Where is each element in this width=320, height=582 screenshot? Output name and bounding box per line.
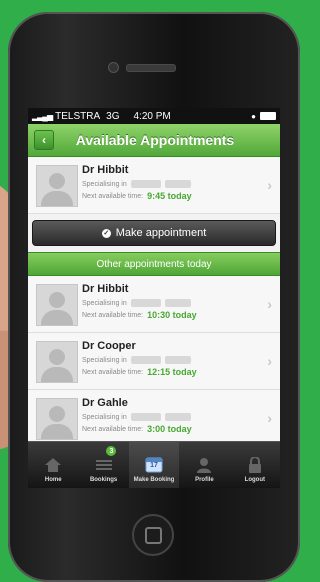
featured-appointment[interactable]: Dr Hibbit Specialising in Next available… (28, 157, 280, 214)
chevron-left-icon: ‹ (42, 133, 46, 147)
avatar (36, 284, 78, 326)
back-button[interactable]: ‹ (34, 130, 54, 150)
chevron-right-icon: › (267, 296, 272, 312)
next-available: Next available time: 3:00 today (82, 424, 192, 434)
tab-profile[interactable]: Profile (179, 442, 229, 488)
list-item[interactable]: Dr Gahle Specialising in Next available ti… (28, 390, 280, 447)
chevron-right-icon: › (267, 410, 272, 426)
doctor-name: Dr Hibbit (82, 164, 129, 176)
tab-home[interactable]: Home (28, 442, 78, 488)
badge: 3 (106, 446, 117, 456)
specialising: Specialising in (82, 413, 191, 421)
next-available: Next available time: 12:15 today (82, 367, 197, 377)
next-time: 9:45 today (147, 191, 192, 201)
doctor-name: Dr Cooper (82, 340, 136, 352)
home-icon (44, 457, 62, 473)
avatar (36, 398, 78, 440)
specialising: Specialising in (82, 180, 191, 188)
calendar-icon: 17 (145, 457, 163, 473)
chevron-right-icon: › (267, 177, 272, 193)
specialising: Specialising in (82, 356, 191, 364)
next-time: 3:00 today (147, 424, 192, 434)
section-header: Other appointments today (28, 252, 280, 276)
tab-bookings[interactable]: 3 Bookings (78, 442, 128, 488)
profile-icon (195, 457, 213, 473)
tab-label: Logout (244, 477, 265, 483)
make-appointment-label: Make appointment (115, 227, 207, 239)
next-available: Next available time: 10:30 today (82, 310, 197, 320)
camera (108, 62, 119, 73)
tab-label: Make Booking (133, 477, 175, 483)
specialising: Specialising in (82, 299, 191, 307)
page-title: Available Appointments (75, 132, 235, 148)
doctor-name: Dr Hibbit (82, 283, 129, 295)
avatar (36, 165, 78, 207)
lock-icon (246, 456, 264, 473)
tab-bar: Home 3 Bookings 17 Make Booking Profile Logout (28, 441, 280, 488)
home-button[interactable] (132, 514, 174, 556)
list-item[interactable]: Dr Cooper Specialising in Next available t… (28, 333, 280, 390)
screen: ▂▃▄▅ TELSTRA 3G 4:20 PM ● ‹ Available Ap… (28, 108, 280, 488)
chevron-right-icon: › (267, 353, 272, 369)
next-available: Next available time: 9:45 today (82, 191, 192, 201)
network: 3G (106, 110, 120, 122)
tab-label: Bookings (89, 477, 118, 483)
signal-icon: ▂▃▄▅ (32, 111, 53, 121)
alarm-icon: ● (251, 111, 256, 121)
make-appointment-button[interactable]: ✓ Make appointment (32, 220, 276, 246)
list-item[interactable]: Dr Hibbit Specialising in Next available t… (28, 276, 280, 333)
speaker (126, 64, 176, 72)
check-icon: ✓ (101, 228, 111, 238)
clock: 4:20 PM (133, 110, 171, 122)
next-time: 12:15 today (147, 367, 197, 377)
tab-label: Profile (195, 477, 214, 483)
bookings-icon (95, 457, 113, 473)
next-time: 10:30 today (147, 310, 197, 320)
doctor-name: Dr Gahle (82, 397, 128, 409)
tab-logout[interactable]: Logout (230, 442, 280, 488)
carrier: TELSTRA (55, 110, 101, 122)
avatar (36, 341, 78, 383)
tab-label: Home (44, 477, 62, 483)
tab-make-booking[interactable]: 17 Make Booking (128, 442, 180, 488)
title-bar: ‹ Available Appointments (28, 124, 280, 157)
battery-icon (260, 112, 276, 120)
status-bar: ▂▃▄▅ TELSTRA 3G 4:20 PM ● (28, 108, 280, 124)
